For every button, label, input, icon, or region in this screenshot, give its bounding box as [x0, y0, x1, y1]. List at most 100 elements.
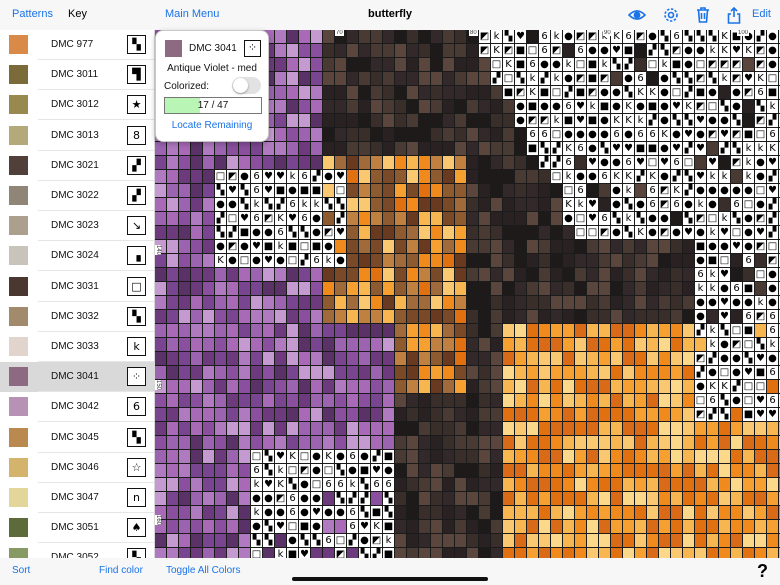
stitch-cell[interactable] [611, 408, 623, 422]
stitch-cell[interactable] [551, 422, 563, 436]
stitch-cell[interactable]: ● [263, 506, 275, 520]
stitch-cell[interactable] [239, 310, 251, 324]
stitch-cell[interactable] [407, 296, 419, 310]
stitch-cell[interactable] [683, 366, 695, 380]
stitch-cell[interactable]: ● [599, 86, 611, 100]
stitch-cell[interactable] [515, 492, 527, 506]
stitch-cell[interactable] [503, 478, 515, 492]
stitch-cell[interactable] [251, 142, 263, 156]
stitch-cell[interactable] [371, 212, 383, 226]
stitch-cell[interactable] [179, 478, 191, 492]
stitch-cell[interactable]: K [743, 44, 755, 58]
key-row[interactable]: DMC 3033 k [0, 332, 154, 362]
stitch-cell[interactable] [443, 198, 455, 212]
stitch-cell[interactable] [587, 492, 599, 506]
stitch-cell[interactable] [467, 548, 479, 558]
stitch-cell[interactable] [611, 422, 623, 436]
stitch-cell[interactable]: ● [539, 58, 551, 72]
stitch-cell[interactable]: ◩ [551, 44, 563, 58]
stitch-cell[interactable] [431, 114, 443, 128]
stitch-cell[interactable] [587, 352, 599, 366]
stitch-cell[interactable] [407, 492, 419, 506]
stitch-cell[interactable] [587, 184, 599, 198]
stitch-cell[interactable] [455, 408, 467, 422]
stitch-cell[interactable]: ▚ [731, 212, 743, 226]
stitch-cell[interactable] [311, 44, 323, 58]
stitch-cell[interactable]: ▚ [707, 72, 719, 86]
stitch-cell[interactable] [467, 142, 479, 156]
stitch-cell[interactable]: ■ [743, 408, 755, 422]
stitch-cell[interactable] [671, 548, 683, 558]
stitch-cell[interactable] [491, 240, 503, 254]
stitch-cell[interactable] [383, 100, 395, 114]
stitch-cell[interactable] [323, 114, 335, 128]
stitch-cell[interactable] [575, 352, 587, 366]
stitch-cell[interactable] [599, 366, 611, 380]
stitch-cell[interactable] [443, 352, 455, 366]
stitch-cell[interactable] [467, 394, 479, 408]
stitch-cell[interactable]: □ [551, 170, 563, 184]
stitch-cell[interactable]: k [599, 58, 611, 72]
stitch-cell[interactable] [635, 240, 647, 254]
stitch-cell[interactable] [635, 310, 647, 324]
stitch-cell[interactable] [719, 534, 731, 548]
stitch-cell[interactable]: ● [587, 142, 599, 156]
stitch-cell[interactable] [179, 268, 191, 282]
stitch-cell[interactable] [635, 366, 647, 380]
stitch-cell[interactable] [479, 170, 491, 184]
stitch-cell[interactable] [287, 394, 299, 408]
stitch-cell[interactable] [743, 114, 755, 128]
stitch-cell[interactable] [395, 394, 407, 408]
stitch-cell[interactable]: K [683, 100, 695, 114]
stitch-cell[interactable] [419, 366, 431, 380]
stitch-cell[interactable]: □ [503, 72, 515, 86]
stitch-cell[interactable] [419, 58, 431, 72]
stitch-cell[interactable] [239, 394, 251, 408]
stitch-cell[interactable] [731, 506, 743, 520]
stitch-cell[interactable] [491, 128, 503, 142]
stitch-cell[interactable]: ● [767, 296, 779, 310]
stitch-cell[interactable] [155, 464, 167, 478]
stitch-cell[interactable] [395, 142, 407, 156]
stitch-cell[interactable] [431, 58, 443, 72]
stitch-cell[interactable] [575, 254, 587, 268]
stitch-cell[interactable] [371, 254, 383, 268]
stitch-cell[interactable] [287, 128, 299, 142]
stitch-cell[interactable] [419, 422, 431, 436]
stitch-cell[interactable] [599, 268, 611, 282]
stitch-cell[interactable] [491, 226, 503, 240]
stitch-cell[interactable]: 6 [251, 464, 263, 478]
stitch-cell[interactable] [743, 58, 755, 72]
stitch-cell[interactable] [383, 86, 395, 100]
stitch-cell[interactable] [503, 282, 515, 296]
stitch-cell[interactable]: 6 [347, 450, 359, 464]
stitch-cell[interactable] [443, 408, 455, 422]
stitch-cell[interactable] [167, 254, 179, 268]
stitch-cell[interactable] [191, 422, 203, 436]
stitch-cell[interactable]: ● [335, 254, 347, 268]
stitch-cell[interactable]: k [299, 198, 311, 212]
stitch-cell[interactable] [467, 366, 479, 380]
stitch-cell[interactable] [455, 548, 467, 558]
stitch-cell[interactable] [467, 352, 479, 366]
stitch-cell[interactable] [503, 436, 515, 450]
stitch-cell[interactable] [203, 338, 215, 352]
stitch-cell[interactable] [431, 548, 443, 558]
key-tab[interactable]: Key [68, 8, 87, 20]
stitch-cell[interactable]: ♥ [263, 170, 275, 184]
stitch-cell[interactable] [407, 170, 419, 184]
stitch-cell[interactable] [419, 478, 431, 492]
stitch-cell[interactable] [395, 86, 407, 100]
stitch-cell[interactable] [335, 240, 347, 254]
stitch-cell[interactable]: 6 [383, 478, 395, 492]
stitch-cell[interactable]: ♥ [755, 394, 767, 408]
stitch-cell[interactable]: ● [743, 296, 755, 310]
stitch-cell[interactable] [563, 408, 575, 422]
stitch-cell[interactable] [623, 380, 635, 394]
stitch-cell[interactable] [347, 310, 359, 324]
stitch-cell[interactable] [371, 226, 383, 240]
stitch-cell[interactable]: K [647, 86, 659, 100]
stitch-cell[interactable] [443, 86, 455, 100]
stitch-cell[interactable] [683, 268, 695, 282]
stitch-cell[interactable] [479, 310, 491, 324]
